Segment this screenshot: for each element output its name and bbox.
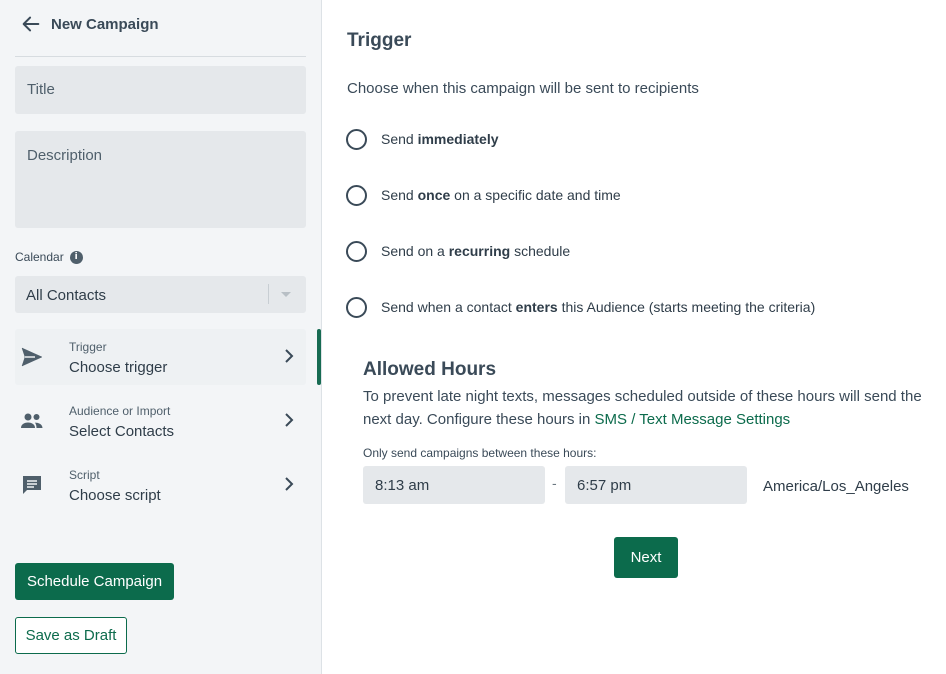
- trigger-option-enters-audience[interactable]: Send when a contact enters this Audience…: [346, 296, 815, 318]
- people-icon: [21, 413, 43, 428]
- active-step-indicator: [317, 329, 321, 385]
- step-label: Trigger: [69, 340, 107, 354]
- next-button[interactable]: Next: [614, 537, 678, 578]
- chevron-down-icon: [281, 292, 291, 297]
- calendar-label: Calendar i: [15, 250, 83, 264]
- radio-label: Send immediately: [381, 131, 499, 147]
- allowed-hours-label: Only send campaigns between these hours:: [363, 446, 597, 460]
- sidebar: New Campaign Title Description Calendar …: [0, 0, 322, 674]
- radio-button[interactable]: [346, 184, 367, 206]
- trigger-option-immediately[interactable]: Send immediately: [346, 128, 499, 150]
- save-draft-button[interactable]: Save as Draft: [15, 617, 127, 654]
- title-placeholder: Title: [27, 81, 55, 98]
- step-label: Script: [69, 468, 100, 482]
- start-time-input[interactable]: 8:13 am: [363, 466, 545, 504]
- title-input[interactable]: Title: [15, 66, 306, 114]
- timezone-label: America/Los_Angeles: [763, 478, 909, 495]
- step-script[interactable]: Script Choose script: [15, 457, 306, 513]
- step-label: Audience or Import: [69, 404, 171, 418]
- calendar-select[interactable]: All Contacts: [15, 276, 306, 313]
- radio-label: Send on a recurring schedule: [381, 243, 571, 259]
- allowed-hours-description: To prevent late night texts, messages sc…: [363, 388, 922, 428]
- message-icon: [23, 476, 41, 494]
- end-time-input[interactable]: 6:57 pm: [565, 466, 747, 504]
- calendar-label-text: Calendar: [15, 250, 64, 264]
- step-audience[interactable]: Audience or Import Select Contacts: [15, 393, 306, 449]
- step-value: Choose trigger: [69, 359, 168, 376]
- allowed-hours-title: Allowed Hours: [363, 359, 497, 380]
- page-title: New Campaign: [51, 16, 159, 33]
- description-placeholder: Description: [27, 147, 103, 164]
- time-separator: -: [552, 475, 557, 491]
- chevron-right-icon: [285, 477, 294, 491]
- trigger-option-once[interactable]: Send once on a specific date and time: [346, 184, 621, 206]
- description-input[interactable]: Description: [15, 131, 306, 228]
- send-icon: [21, 347, 43, 367]
- start-time-value: 8:13 am: [375, 477, 430, 494]
- sms-settings-link[interactable]: SMS / Text Message Settings: [595, 411, 791, 428]
- step-value: Select Contacts: [69, 423, 175, 440]
- radio-button[interactable]: [346, 240, 367, 262]
- info-icon[interactable]: i: [69, 250, 83, 264]
- chevron-right-icon: [285, 349, 294, 363]
- select-separator: [268, 284, 269, 304]
- radio-button[interactable]: [346, 296, 367, 318]
- divider: [15, 56, 306, 57]
- end-time-value: 6:57 pm: [577, 477, 632, 494]
- step-trigger[interactable]: Trigger Choose trigger: [15, 329, 306, 385]
- radio-button[interactable]: [346, 128, 367, 150]
- arrow-left-icon[interactable]: [20, 13, 42, 35]
- trigger-title: Trigger: [347, 30, 412, 51]
- radio-label: Send once on a specific date and time: [381, 187, 621, 203]
- trigger-option-recurring[interactable]: Send on a recurring schedule: [346, 240, 570, 262]
- chevron-right-icon: [285, 413, 294, 427]
- schedule-campaign-button[interactable]: Schedule Campaign: [15, 563, 174, 600]
- calendar-select-value: All Contacts: [26, 287, 107, 304]
- radio-label: Send when a contact enters this Audience…: [381, 299, 816, 315]
- trigger-subtitle: Choose when this campaign will be sent t…: [347, 80, 699, 97]
- sidebar-header: New Campaign: [0, 0, 322, 50]
- step-value: Choose script: [69, 487, 161, 504]
